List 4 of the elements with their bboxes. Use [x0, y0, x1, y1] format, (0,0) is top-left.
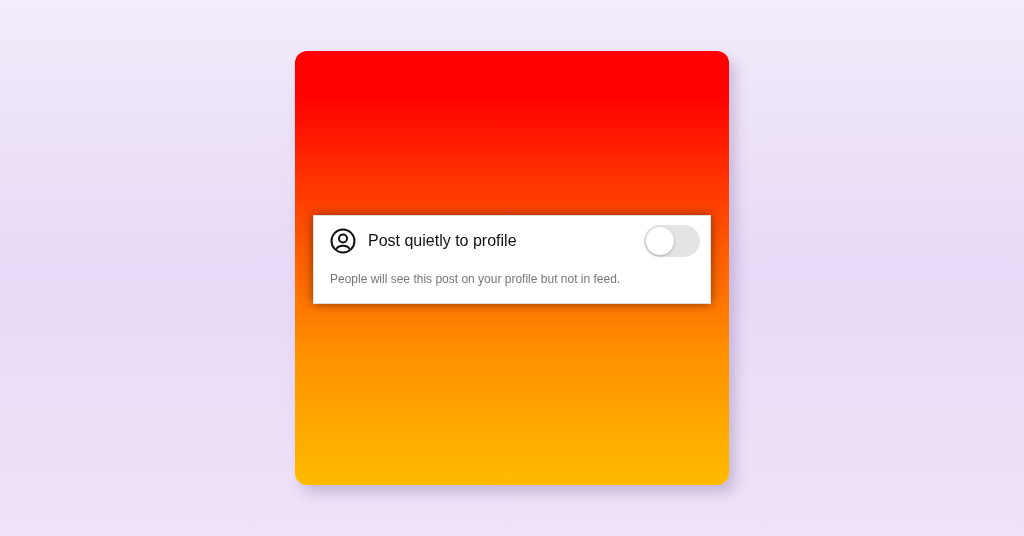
- setting-description: People will see this post on your profile but not in feed.: [330, 272, 622, 286]
- toggle-switch[interactable]: [644, 225, 700, 257]
- profile-icon: [330, 228, 356, 254]
- setting-label: Post quietly to profile: [368, 232, 518, 250]
